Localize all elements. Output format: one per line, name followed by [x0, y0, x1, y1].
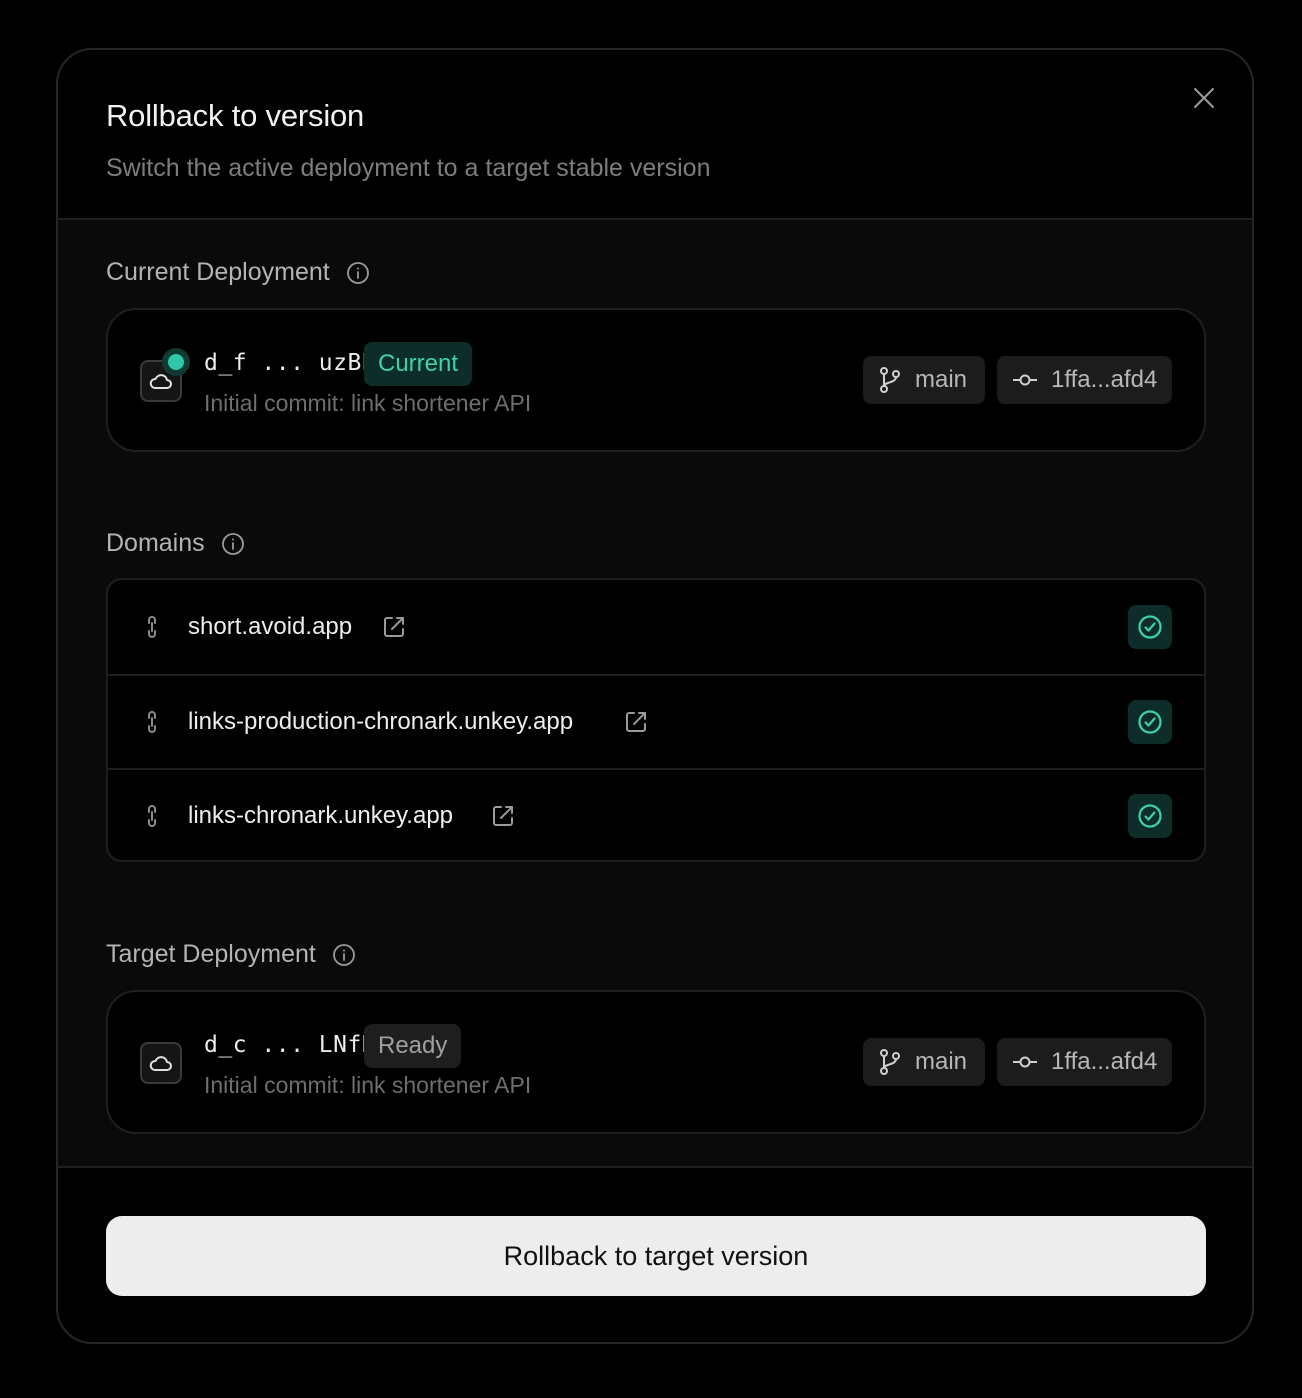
external-link-icon[interactable]: [491, 804, 515, 828]
deployment-id: d_c ... LNfH: [204, 1032, 377, 1058]
git-branch-icon: [880, 367, 900, 393]
info-icon[interactable]: [346, 261, 370, 285]
rollback-button[interactable]: Rollback to target version: [106, 1216, 1206, 1296]
branch-chip: main: [863, 1038, 985, 1086]
status-badge: Current: [364, 342, 473, 386]
domains-label: Domains: [106, 529, 245, 558]
link-icon: [142, 801, 162, 831]
domain-name[interactable]: links-chronark.unkey.app: [188, 802, 453, 830]
domain-row: links-chronark.unkey.app: [108, 768, 1204, 860]
info-icon[interactable]: [332, 943, 356, 967]
close-icon: [1194, 88, 1214, 108]
domain-name[interactable]: short.avoid.app: [188, 613, 352, 641]
domains-label-text: Domains: [106, 529, 205, 557]
external-link-icon[interactable]: [382, 615, 406, 639]
info-icon[interactable]: [221, 532, 245, 556]
target-deployment-label-text: Target Deployment: [106, 940, 316, 968]
domain-verified-badge: [1128, 605, 1172, 649]
modal-header: Rollback to version Switch the active de…: [58, 50, 1252, 220]
deployment-icon: [140, 1042, 182, 1084]
link-icon: [142, 612, 162, 642]
check-circle-icon: [1138, 804, 1162, 828]
link-icon: [142, 707, 162, 737]
current-deployment-card: d_f ... uzBB Current Initial commit: lin…: [106, 308, 1206, 452]
check-circle-icon: [1138, 615, 1162, 639]
domain-row: short.avoid.app: [108, 580, 1204, 674]
commit-chip: 1ffa...afd4: [997, 1038, 1172, 1086]
active-status-dot: [162, 348, 190, 376]
branch-name: main: [915, 366, 968, 393]
deployment-id: d_f ... uzBB: [204, 350, 377, 376]
cloud-icon: [149, 1056, 172, 1071]
modal-title: Rollback to version: [106, 98, 365, 133]
close-button[interactable]: [1186, 80, 1222, 116]
check-circle-icon: [1138, 710, 1162, 734]
domain-verified-badge: [1128, 794, 1172, 838]
current-deployment-label-text: Current Deployment: [106, 258, 330, 286]
commit-hash: 1ffa...afd4: [1051, 366, 1158, 393]
modal-footer: Rollback to target version: [58, 1166, 1252, 1342]
commit-message: Initial commit: link shortener API: [204, 390, 532, 416]
domain-verified-badge: [1128, 700, 1172, 744]
modal-subtitle: Switch the active deployment to a target…: [106, 154, 711, 182]
git-commit-icon: [1013, 1056, 1037, 1068]
domain-name[interactable]: links-production-chronark.unkey.app: [188, 708, 573, 736]
git-branch-icon: [880, 1049, 900, 1075]
git-commit-icon: [1013, 374, 1037, 386]
commit-chip: 1ffa...afd4: [997, 356, 1172, 404]
status-badge: Ready: [364, 1024, 462, 1068]
rollback-modal: Rollback to version Switch the active de…: [56, 48, 1254, 1344]
branch-chip: main: [863, 356, 985, 404]
domain-row: links-production-chronark.unkey.app: [108, 674, 1204, 768]
target-deployment-label: Target Deployment: [106, 940, 356, 969]
commit-message: Initial commit: link shortener API: [204, 1072, 532, 1098]
target-deployment-card[interactable]: d_c ... LNfH Ready Initial commit: link …: [106, 990, 1206, 1134]
domains-list: short.avoid.app links-production-chronar…: [106, 578, 1206, 862]
external-link-icon[interactable]: [624, 710, 648, 734]
commit-hash: 1ffa...afd4: [1051, 1048, 1158, 1075]
branch-name: main: [915, 1048, 968, 1075]
current-deployment-label: Current Deployment: [106, 258, 370, 287]
